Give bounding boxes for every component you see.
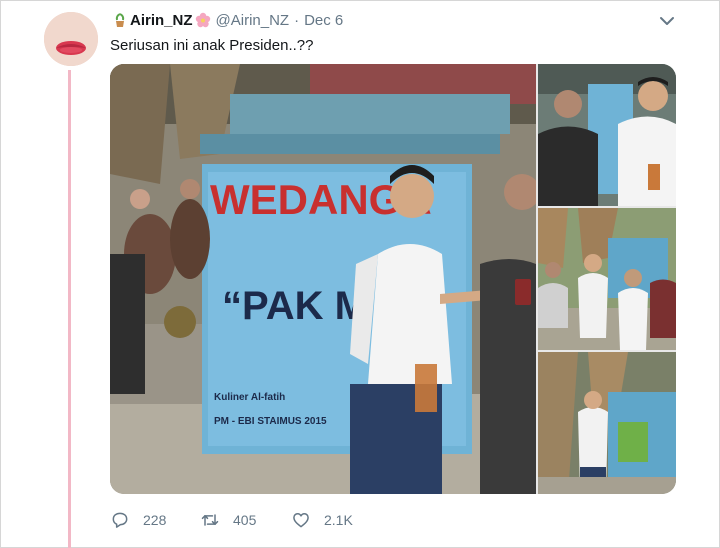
photo-bottom-right[interactable]: [538, 352, 676, 494]
like-button[interactable]: 2.1K: [291, 510, 411, 530]
media-grid[interactable]: WEDANGA “PAK M Kuliner Al-fatih PM - EBI…: [110, 64, 676, 494]
sign-line-2: “PAK M: [222, 284, 368, 328]
avatar[interactable]: [44, 12, 98, 66]
main-photo[interactable]: WEDANGA “PAK M Kuliner Al-fatih PM - EBI…: [110, 64, 536, 494]
tweet-actions: 228 405 2.1K: [110, 506, 411, 534]
sign-footer-2: PM - EBI STAIMUS 2015: [214, 416, 327, 427]
tweet-header: Airin_NZ @Airin_NZ · Dec 6: [112, 10, 343, 30]
reply-icon: [112, 512, 128, 528]
sign-footer-1: Kuliner Al-fatih: [214, 392, 285, 403]
tweet-text: Seriusan ini anak Presiden..??: [110, 37, 314, 54]
photo-middle-right[interactable]: [538, 208, 676, 350]
display-name[interactable]: Airin_NZ: [130, 12, 193, 29]
heart-icon: [293, 513, 309, 528]
photo-top-right[interactable]: [538, 64, 676, 206]
cherry-blossom-emoji-icon: [195, 12, 211, 28]
retweet-icon: [201, 514, 219, 526]
retweet-count: 405: [233, 512, 257, 528]
reply-count: 228: [143, 512, 167, 528]
tweet-date[interactable]: Dec 6: [304, 12, 343, 29]
chevron-down-icon[interactable]: [658, 14, 676, 28]
separator-dot: ·: [294, 11, 300, 29]
potted-plant-emoji-icon: [112, 12, 128, 28]
like-count: 2.1K: [324, 512, 353, 528]
thread-line: [68, 70, 71, 548]
user-handle[interactable]: @Airin_NZ: [216, 12, 290, 29]
